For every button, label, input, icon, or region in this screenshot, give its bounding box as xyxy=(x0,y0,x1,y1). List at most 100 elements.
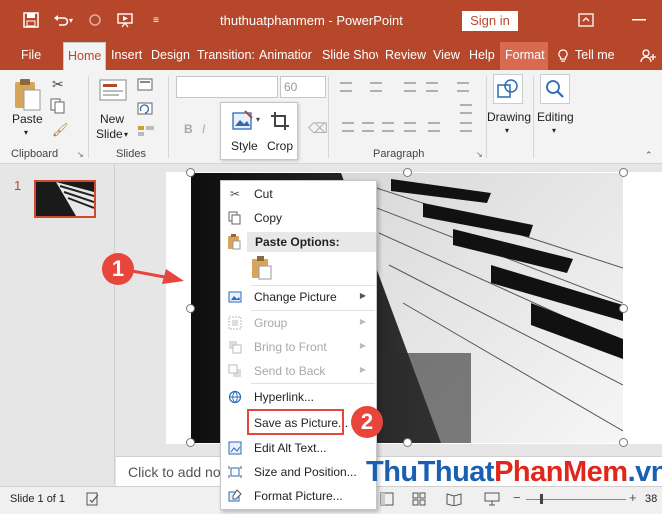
picture-style-icon[interactable] xyxy=(231,109,255,134)
menu-item-change-picture[interactable]: Change Picture ▶ xyxy=(221,285,376,309)
resize-handle-bottom-left[interactable] xyxy=(186,438,195,447)
slide-sorter-icon[interactable] xyxy=(412,492,426,509)
menu-item-bring-to-front[interactable]: Bring to Front ▶ xyxy=(221,335,376,359)
bullets-icon[interactable] xyxy=(340,82,352,92)
minimize-icon[interactable] xyxy=(628,9,650,31)
paste-button[interactable]: Paste xyxy=(12,112,43,126)
tab-help[interactable]: Help xyxy=(469,42,495,70)
columns-icon[interactable] xyxy=(428,122,440,132)
menu-item-group[interactable]: Group ▶ xyxy=(221,311,376,335)
paste-dropdown-icon[interactable]: ▾ xyxy=(24,128,28,137)
resize-handle-right[interactable] xyxy=(619,304,628,313)
customize-toolbar-icon[interactable]: ≡ xyxy=(145,9,167,31)
italic-button[interactable]: I xyxy=(202,122,205,136)
tab-design[interactable]: Design xyxy=(151,42,190,70)
reading-view-icon[interactable] xyxy=(446,492,462,509)
sign-in-button[interactable]: Sign in xyxy=(462,11,518,31)
drawing-button[interactable]: Drawing xyxy=(487,110,531,124)
share-icon[interactable] xyxy=(640,42,658,70)
style-button[interactable]: Style xyxy=(231,139,258,153)
new-slide-label-2[interactable]: Slide xyxy=(96,127,123,141)
new-slide-label[interactable]: New xyxy=(100,112,124,126)
resize-handle-top[interactable] xyxy=(403,168,412,177)
menu-label: Group xyxy=(254,316,288,330)
tab-view[interactable]: View xyxy=(433,42,460,70)
redo-icon[interactable] xyxy=(84,9,106,31)
menu-item-size-and-position[interactable]: Size and Position... xyxy=(221,460,376,484)
resize-handle-bottom[interactable] xyxy=(403,438,412,447)
normal-view-icon[interactable] xyxy=(380,492,394,509)
tab-transitions[interactable]: Transition: xyxy=(197,42,255,70)
decrease-indent-icon[interactable] xyxy=(404,82,416,92)
tab-format[interactable]: Format xyxy=(500,42,548,70)
layout-icon[interactable] xyxy=(137,78,155,95)
justify-icon[interactable] xyxy=(404,122,416,132)
crop-button[interactable]: Crop xyxy=(267,139,293,153)
section-icon[interactable] xyxy=(137,124,155,141)
menu-item-copy[interactable]: Copy xyxy=(221,206,376,230)
start-from-beginning-icon[interactable] xyxy=(114,9,136,31)
tab-home[interactable]: Home xyxy=(63,42,107,70)
drawing-icon[interactable] xyxy=(493,74,523,104)
editing-button[interactable]: Editing xyxy=(537,110,574,124)
align-text-icon[interactable] xyxy=(460,122,472,132)
paste-keep-source-icon[interactable] xyxy=(251,256,273,283)
menu-item-send-to-back[interactable]: Send to Back ▶ xyxy=(221,359,376,383)
font-size-box[interactable]: 60 xyxy=(280,76,326,98)
crop-icon[interactable] xyxy=(270,111,290,134)
reset-icon[interactable] xyxy=(137,102,155,119)
spelling-check-icon[interactable] xyxy=(86,492,100,509)
clear-formatting-icon[interactable]: ⌫ xyxy=(308,120,328,137)
slide-count: Slide 1 of 1 xyxy=(10,493,66,505)
bold-button[interactable]: B xyxy=(184,122,193,136)
zoom-out-icon[interactable]: − xyxy=(513,490,521,505)
numbering-icon[interactable] xyxy=(370,82,382,92)
slide-show-icon[interactable] xyxy=(484,492,500,509)
new-slide-dropdown-icon[interactable]: ▾ xyxy=(124,130,128,139)
ribbon-display-options-icon[interactable] xyxy=(575,9,597,31)
line-spacing-icon[interactable] xyxy=(457,82,469,92)
align-left-icon[interactable] xyxy=(342,122,354,132)
save-icon[interactable] xyxy=(20,9,42,31)
tab-insert[interactable]: Insert xyxy=(111,42,142,70)
drawing-dropdown-icon[interactable]: ▾ xyxy=(505,126,509,135)
format-painter-icon[interactable]: 🖌 xyxy=(52,122,69,138)
menu-item-cut[interactable]: ✂ Cut xyxy=(221,182,376,206)
new-slide-icon[interactable] xyxy=(98,76,128,107)
increase-indent-icon[interactable] xyxy=(426,82,438,92)
style-dropdown-icon[interactable]: ▾ xyxy=(256,115,260,124)
menu-item-edit-alt-text[interactable]: Edit Alt Text... xyxy=(221,436,376,460)
menu-label: Copy xyxy=(254,211,283,225)
editing-icon[interactable] xyxy=(540,74,570,104)
resize-handle-left[interactable] xyxy=(186,304,195,313)
copy-icon[interactable] xyxy=(50,98,66,117)
menu-label: Cut xyxy=(254,187,273,201)
paragraph-dialog-launcher-icon[interactable]: ↘ xyxy=(476,150,483,159)
paste-icon[interactable] xyxy=(12,78,42,115)
collapse-ribbon-icon[interactable]: ⌃ xyxy=(645,150,653,161)
cut-icon[interactable]: ✂ xyxy=(52,76,64,93)
undo-dropdown-icon[interactable]: ▾ xyxy=(66,9,76,31)
ribbon-divider xyxy=(533,76,534,158)
slides-group-label: Slides xyxy=(116,148,146,160)
zoom-level[interactable]: 38 xyxy=(645,493,657,505)
center-icon[interactable] xyxy=(362,122,374,132)
resize-handle-top-left[interactable] xyxy=(186,168,195,177)
zoom-in-icon[interactable]: + xyxy=(629,490,637,505)
resize-handle-top-right[interactable] xyxy=(619,168,628,177)
tab-review[interactable]: Review xyxy=(385,42,426,70)
zoom-slider-thumb[interactable] xyxy=(540,494,543,504)
menu-item-format-picture[interactable]: Format Picture... xyxy=(221,484,376,508)
clipboard-dialog-launcher-icon[interactable]: ↘ xyxy=(77,150,84,159)
resize-handle-bottom-right[interactable] xyxy=(619,438,628,447)
text-direction-icon[interactable] xyxy=(460,104,472,114)
align-right-icon[interactable] xyxy=(382,122,394,132)
tell-me-search[interactable]: Tell me xyxy=(575,42,615,70)
slide-thumbnail[interactable] xyxy=(34,180,96,218)
tab-slide-show[interactable]: Slide Shov xyxy=(322,42,378,70)
tab-file[interactable]: File xyxy=(21,42,41,70)
font-name-box[interactable] xyxy=(176,76,278,98)
tab-animations[interactable]: Animatior xyxy=(259,42,316,70)
editing-dropdown-icon[interactable]: ▾ xyxy=(552,126,556,135)
menu-item-hyperlink[interactable]: Hyperlink... xyxy=(221,385,376,409)
